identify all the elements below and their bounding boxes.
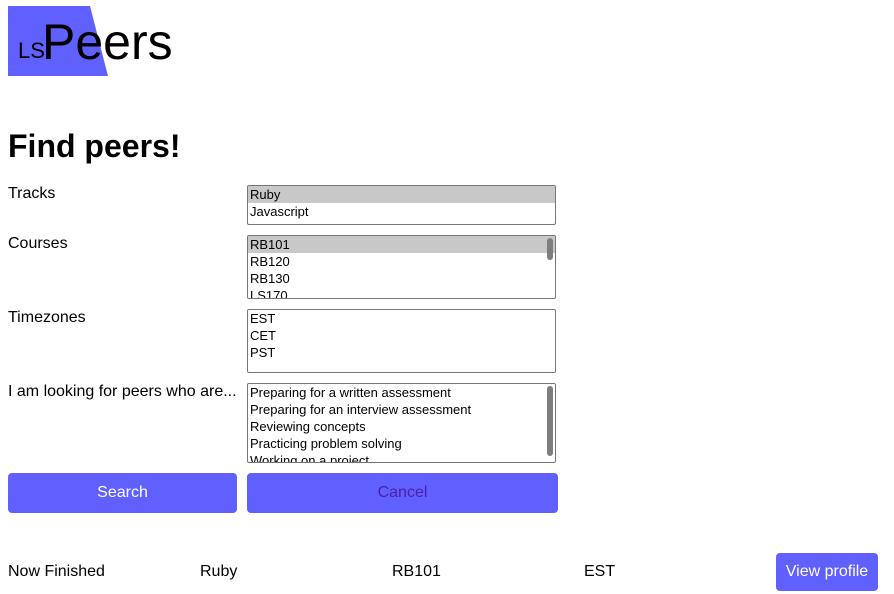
looking-for-option[interactable]: Reviewing concepts bbox=[248, 418, 555, 435]
logo-prefix: LS bbox=[18, 38, 45, 63]
logo[interactable]: LS Peers bbox=[8, 6, 188, 76]
looking-for-label: I am looking for peers who are... bbox=[8, 383, 237, 400]
courses-select[interactable]: RB101 RB120 RB130 LS170 bbox=[247, 235, 556, 299]
result-track: Ruby bbox=[200, 563, 238, 580]
result-status: Now Finished bbox=[8, 563, 105, 580]
search-button[interactable]: Search bbox=[8, 473, 237, 513]
looking-for-option[interactable]: Working on a project bbox=[248, 452, 555, 462]
timezones-option[interactable]: CET bbox=[248, 327, 555, 344]
view-profile-button[interactable]: View profile bbox=[776, 553, 878, 591]
page-title: Find peers! bbox=[8, 128, 181, 164]
timezones-select[interactable]: EST CET PST bbox=[247, 309, 556, 373]
logo-name: Peers bbox=[42, 14, 173, 70]
result-course: RB101 bbox=[392, 563, 441, 580]
tracks-option[interactable]: Ruby bbox=[248, 186, 555, 203]
tracks-label: Tracks bbox=[8, 185, 56, 202]
courses-option[interactable]: RB130 bbox=[248, 270, 555, 287]
tracks-option[interactable]: Javascript bbox=[248, 203, 555, 220]
tracks-select[interactable]: Ruby Javascript bbox=[247, 185, 556, 225]
courses-option[interactable]: LS170 bbox=[248, 287, 555, 298]
courses-option[interactable]: RB101 bbox=[248, 236, 555, 253]
timezones-option[interactable]: PST bbox=[248, 344, 555, 361]
looking-for-select[interactable]: Preparing for a written assessment Prepa… bbox=[247, 383, 556, 463]
looking-for-scrollbar[interactable] bbox=[547, 386, 553, 456]
timezones-option[interactable]: EST bbox=[248, 310, 555, 327]
result-timezone: EST bbox=[584, 563, 616, 580]
looking-for-option[interactable]: Practicing problem solving bbox=[248, 435, 555, 452]
page: LS Peers Find peers! Tracks Ruby Javascr… bbox=[0, 0, 894, 594]
courses-scrollbar[interactable] bbox=[547, 238, 553, 260]
cancel-button[interactable]: Cancel bbox=[247, 473, 558, 513]
courses-option[interactable]: RB120 bbox=[248, 253, 555, 270]
looking-for-option[interactable]: Preparing for an interview assessment bbox=[248, 401, 555, 418]
courses-label: Courses bbox=[8, 235, 68, 252]
timezones-label: Timezones bbox=[8, 309, 86, 326]
looking-for-option[interactable]: Preparing for a written assessment bbox=[248, 384, 555, 401]
